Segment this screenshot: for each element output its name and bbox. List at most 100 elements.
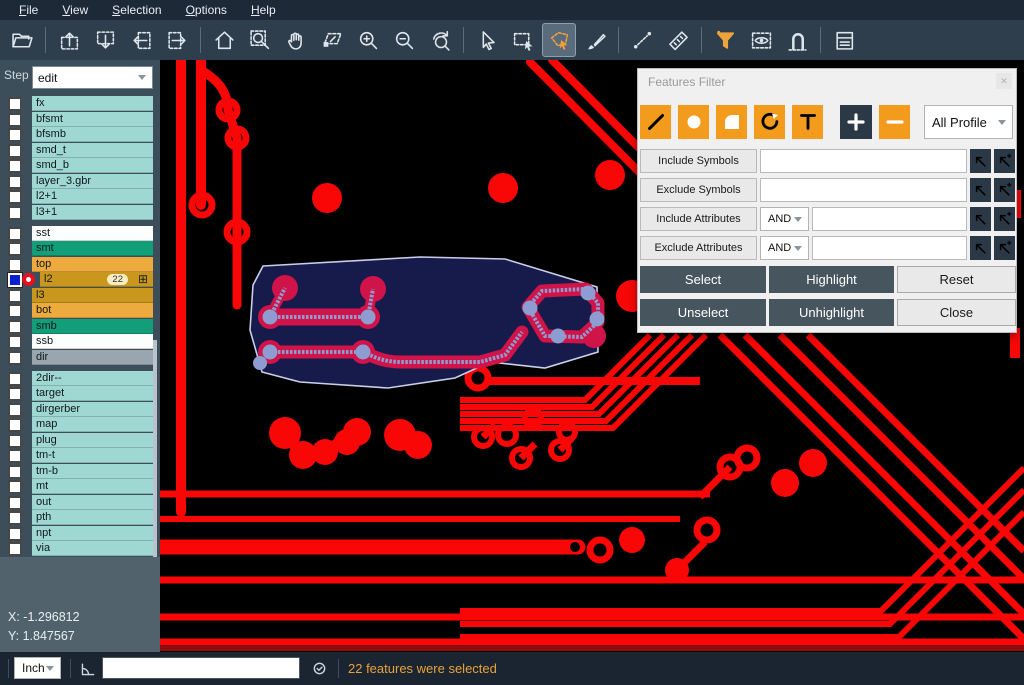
layer-row-plug[interactable]: plug <box>0 433 160 448</box>
layer-name[interactable]: via <box>32 541 153 556</box>
layer-row-layer_3.gbr[interactable]: layer_3.gbr <box>0 174 160 189</box>
layer-row-l2+1[interactable]: l2+1 <box>0 189 160 204</box>
add-pick-button[interactable] <box>994 149 1015 173</box>
layer-checkbox[interactable] <box>8 511 22 525</box>
pad-feature-button[interactable] <box>678 105 709 139</box>
profile-dropdown[interactable]: All Profile <box>924 105 1013 139</box>
layer-name[interactable]: bfsmt <box>32 112 153 127</box>
layer-checkbox[interactable] <box>8 335 22 349</box>
layer-checkbox[interactable] <box>8 144 22 158</box>
arc-feature-button[interactable] <box>754 105 785 139</box>
add-filter-button[interactable] <box>840 105 872 139</box>
layer-checkbox[interactable] <box>8 206 22 220</box>
layer-name[interactable]: 2dir-- <box>32 371 153 386</box>
layer-row-fx[interactable]: fx <box>0 96 160 111</box>
filter-value-input[interactable] <box>760 178 967 202</box>
layer-name[interactable]: ssb <box>32 334 153 349</box>
layer-name[interactable]: smb <box>32 319 153 334</box>
layer-name[interactable]: top <box>32 257 153 272</box>
menu-options[interactable]: Options <box>175 0 238 20</box>
layer-checkbox[interactable] <box>8 128 22 142</box>
layer-name[interactable]: pth <box>32 510 153 525</box>
zoom-area-button[interactable] <box>243 23 277 57</box>
measure-button[interactable] <box>625 23 659 57</box>
zoom-out-button[interactable] <box>387 23 421 57</box>
home-view-button[interactable] <box>207 23 241 57</box>
layer-name[interactable]: dir <box>32 350 153 365</box>
filter-value-input[interactable] <box>812 236 967 260</box>
zoom-in-button[interactable] <box>351 23 385 57</box>
clear-highlight-button[interactable] <box>578 23 612 57</box>
exclude-attributes-button[interactable]: Exclude Attributes <box>640 236 757 260</box>
pan-down-button[interactable] <box>88 23 122 57</box>
remove-filter-button[interactable] <box>879 105 910 139</box>
layer-row-tm-b[interactable]: tm-b <box>0 464 160 479</box>
layer-checkbox[interactable] <box>8 190 22 204</box>
layer-checkbox[interactable] <box>8 480 22 494</box>
layer-name[interactable]: bot <box>32 303 153 318</box>
layer-row-top[interactable]: top <box>0 257 160 272</box>
layer-name[interactable]: bfsmb <box>32 127 153 142</box>
layer-checkbox[interactable] <box>8 496 22 510</box>
poly-select-button[interactable] <box>542 23 576 57</box>
include-symbols-button[interactable]: Include Symbols <box>640 149 757 173</box>
layer-row-dirgerber[interactable]: dirgerber <box>0 402 160 417</box>
menu-help[interactable]: Help <box>240 0 287 20</box>
rect-select-button[interactable] <box>506 23 540 57</box>
layer-row-bfsmb[interactable]: bfsmb <box>0 127 160 142</box>
layer-checkbox[interactable] <box>8 542 22 556</box>
menu-view[interactable]: View <box>51 0 99 20</box>
pan-right-button[interactable] <box>160 23 194 57</box>
layer-row-npt[interactable]: npt <box>0 526 160 541</box>
layer-row-dir[interactable]: dir <box>0 350 160 365</box>
layer-name[interactable]: fx <box>32 96 153 111</box>
layer-name[interactable]: dirgerber <box>32 402 153 417</box>
surface-feature-button[interactable] <box>716 105 747 139</box>
menu-selection[interactable]: Selection <box>101 0 172 20</box>
layer-name[interactable]: smt <box>32 241 153 256</box>
layer-name[interactable]: plug <box>32 433 153 448</box>
layer-checkbox[interactable] <box>8 289 22 303</box>
pan-hand-button[interactable] <box>279 23 313 57</box>
layer-row-out[interactable]: out <box>0 495 160 510</box>
pan-left-button[interactable] <box>124 23 158 57</box>
layer-checkbox[interactable] <box>8 387 22 401</box>
close-button[interactable]: Close <box>897 299 1016 326</box>
layer-checkbox[interactable] <box>8 242 22 256</box>
layer-checkbox[interactable] <box>8 403 22 417</box>
layer-checkbox[interactable] <box>8 258 22 272</box>
layer-name[interactable]: map <box>32 417 153 432</box>
layer-checkbox[interactable] <box>8 175 22 189</box>
layer-name[interactable]: l3+1 <box>32 205 153 220</box>
layer-name[interactable]: smd_b <box>32 158 153 173</box>
zoom-region-button[interactable] <box>315 23 349 57</box>
view-options-button[interactable] <box>744 23 778 57</box>
filter-value-input[interactable] <box>760 149 967 173</box>
command-history-icon[interactable] <box>310 659 329 683</box>
layer-checkbox[interactable] <box>8 527 22 541</box>
layer-name[interactable]: smd_t <box>32 143 153 158</box>
ruler-button[interactable] <box>661 23 695 57</box>
layer-row-smd_b[interactable]: smd_b <box>0 158 160 173</box>
layer-checkbox[interactable] <box>8 449 22 463</box>
layer-name[interactable]: mt <box>32 479 153 494</box>
layer-checkbox[interactable] <box>8 351 22 365</box>
angle-measure-icon[interactable] <box>79 659 98 683</box>
layer-row-bfsmt[interactable]: bfsmt <box>0 112 160 127</box>
layer-name[interactable]: l3 <box>32 288 153 303</box>
pick-from-canvas-button[interactable] <box>970 178 991 202</box>
operator-dropdown[interactable]: AND <box>760 236 809 260</box>
layer-checkbox[interactable] <box>8 465 22 479</box>
exclude-symbols-button[interactable]: Exclude Symbols <box>640 178 757 202</box>
layer-row-l2[interactable]: l222⊞ <box>0 272 160 287</box>
pan-up-button[interactable] <box>52 23 86 57</box>
pick-from-canvas-button[interactable] <box>970 236 991 260</box>
open-button[interactable] <box>5 23 39 57</box>
features-filter-button[interactable] <box>708 23 742 57</box>
zoom-reset-button[interactable] <box>423 23 457 57</box>
menu-file[interactable]: File <box>8 0 49 20</box>
layer-row-map[interactable]: map <box>0 417 160 432</box>
layer-checkbox[interactable] <box>8 97 22 111</box>
layer-name[interactable]: sst <box>32 226 153 241</box>
layer-name[interactable]: l222⊞ <box>40 272 153 287</box>
